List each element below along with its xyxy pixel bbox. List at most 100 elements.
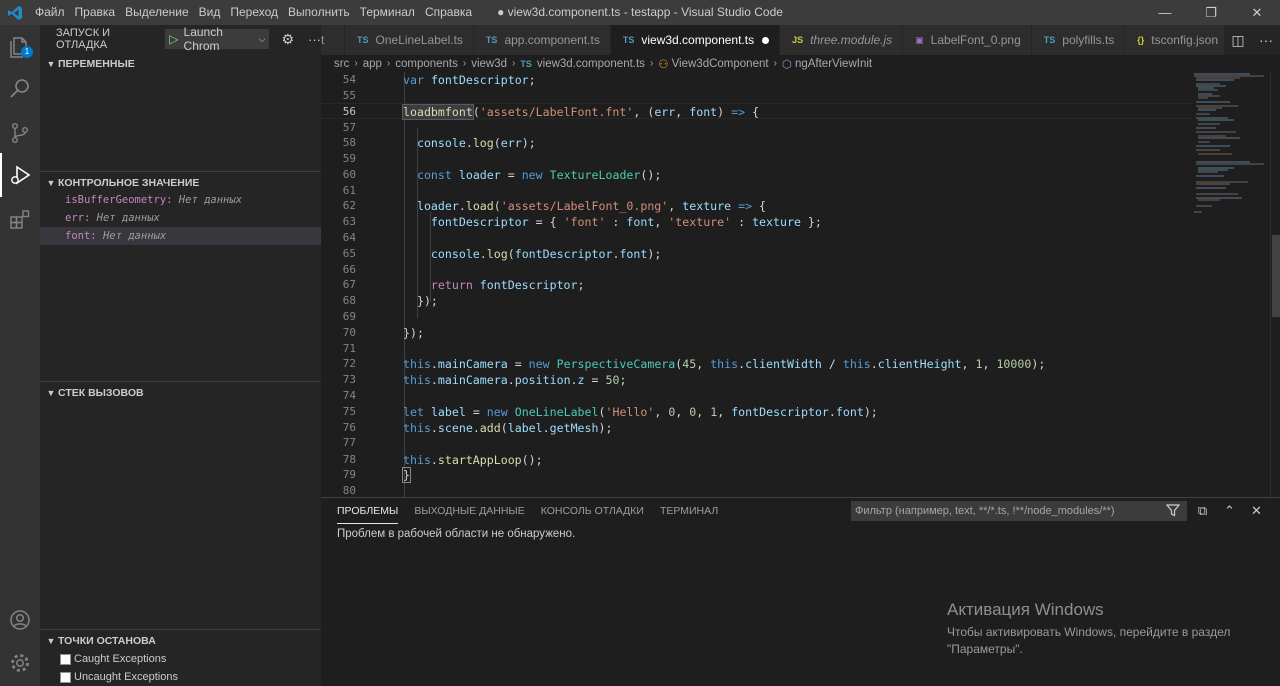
tab-three-module[interactable]: JS three.module.js <box>780 25 904 55</box>
breakpoint-uncaught-exceptions[interactable]: Uncaught Exceptions <box>40 668 178 686</box>
unsaved-dot-icon[interactable] <box>762 36 770 44</box>
search-icon[interactable] <box>0 67 40 111</box>
code-line[interactable]: 68 }); <box>321 293 1191 309</box>
code-line[interactable]: 77 <box>321 435 1191 451</box>
breadcrumb-item[interactable]: view3d <box>471 58 507 70</box>
editor-tabs: t TS OneLineLabel.ts TS app.component.ts… <box>321 25 1280 55</box>
run-debug-icon[interactable] <box>0 153 40 197</box>
explorer-icon[interactable]: 1 <box>0 25 40 69</box>
code-line[interactable]: 70}); <box>321 325 1191 341</box>
watch-item[interactable]: isBufferGeometry: Нет данных <box>40 191 321 209</box>
line-number: 68 <box>342 294 356 307</box>
watch-item[interactable]: err: Нет данных <box>40 209 321 227</box>
breadcrumb-item[interactable]: components <box>395 58 458 70</box>
code-line[interactable]: 62 loader.load('assets/LabelFont_0.png',… <box>321 198 1191 214</box>
watch-item[interactable]: font: Нет данных <box>40 227 321 245</box>
line-number: 77 <box>342 436 356 449</box>
chevron-down-icon: ▼ <box>46 635 56 646</box>
code-line[interactable]: 60 const loader = new TextureLoader(); <box>321 167 1191 183</box>
settings-gear-icon[interactable] <box>0 641 40 685</box>
code-line[interactable]: 59 <box>321 151 1191 167</box>
code-line[interactable]: 54 var fontDescriptor; <box>321 72 1191 88</box>
code-line[interactable]: 78 this.startAppLoop(); <box>321 452 1191 468</box>
checkbox[interactable] <box>60 653 71 665</box>
settings-gear-icon[interactable]: ⚙ <box>281 31 294 48</box>
code-editor[interactable]: 54 var fontDescriptor; 55 56 loadbmfont('a… <box>321 72 1280 497</box>
watch-section[interactable]: ▼ КОНТРОЛЬНОЕ ЗНАЧЕНИЕ <box>40 171 321 193</box>
code-line[interactable]: 67 return fontDescriptor; <box>321 277 1191 293</box>
image-file-icon: ▣ <box>915 34 924 45</box>
more-actions-icon[interactable]: ··· <box>1252 32 1280 48</box>
collapse-all-icon[interactable]: ⧉ <box>1189 501 1216 521</box>
source-control-icon[interactable] <box>0 111 40 155</box>
filter-icon[interactable] <box>1165 503 1181 520</box>
editor-scrollbar[interactable] <box>1270 72 1280 497</box>
code-line[interactable]: 79} <box>321 467 1191 483</box>
tab-app-component[interactable]: TS app.component.ts <box>473 25 611 55</box>
tab-labelfont-png[interactable]: ▣ LabelFont_0.png <box>903 25 1032 55</box>
code-line[interactable]: 55 <box>321 88 1191 104</box>
tab-view3d-component[interactable]: TS view3d.component.ts <box>610 25 781 55</box>
tab-output[interactable]: ВЫХОДНЫЕ ДАННЫЕ <box>414 498 524 524</box>
tab-debug-console[interactable]: КОНСОЛЬ ОТЛАДКИ <box>541 498 644 524</box>
line-number: 78 <box>342 453 356 466</box>
tab-overflow[interactable]: t <box>321 25 345 55</box>
code-line[interactable]: 73 this.mainCamera.position.z = 50; <box>321 372 1191 388</box>
code-line[interactable]: 69 <box>321 309 1191 325</box>
tab-terminal[interactable]: ТЕРМИНАЛ <box>660 498 718 524</box>
code-line[interactable]: 75 let label = new OneLineLabel('Hello', … <box>321 404 1191 420</box>
extensions-icon[interactable] <box>0 197 40 241</box>
code-line[interactable]: 64 <box>321 230 1191 246</box>
tab-polyfills[interactable]: TS polyfills.ts <box>1031 25 1126 55</box>
code-line[interactable]: 80 <box>321 483 1191 497</box>
watch-item-name: isBufferGeometry: <box>65 194 173 206</box>
breakpoints-section[interactable]: ▼ ТОЧКИ ОСТАНОВА <box>40 629 321 651</box>
tab-onelinelabel[interactable]: TS OneLineLabel.ts <box>345 25 474 55</box>
minimize-button[interactable]: — <box>1142 0 1188 25</box>
minimap[interactable] <box>1190 72 1270 232</box>
code-line[interactable]: 57 <box>321 120 1191 136</box>
breadcrumb-item[interactable]: View3dComponent <box>672 58 769 70</box>
start-debug-icon[interactable]: ▷ <box>169 32 178 46</box>
code-line[interactable]: 58 console.log(err); <box>321 135 1191 151</box>
code-line[interactable]: 63 fontDescriptor = { 'font' : font, 'te… <box>321 214 1191 230</box>
tab-label: app.component.ts <box>504 33 600 47</box>
code-line[interactable]: 61 <box>321 183 1191 199</box>
menu-terminal[interactable]: Терминал <box>355 0 420 25</box>
breadcrumb-item[interactable]: ngAfterViewInit <box>795 58 872 70</box>
scrollbar-thumb[interactable] <box>1272 235 1280 317</box>
split-editor-icon[interactable]: ◫ <box>1224 32 1252 49</box>
menu-run[interactable]: Выполнить <box>283 0 355 25</box>
code-line[interactable]: 65 console.log(fontDescriptor.font); <box>321 246 1191 262</box>
watermark-line: Чтобы активировать Windows, перейдите в … <box>947 625 1231 639</box>
menu-file[interactable]: Файл <box>30 0 70 25</box>
maximize-panel-icon[interactable]: ⌃ <box>1216 501 1243 521</box>
tab-problems[interactable]: ПРОБЛЕМЫ <box>337 498 399 524</box>
launch-config-select[interactable]: ▷ Launch Chrom ⌵ <box>165 25 270 53</box>
code-line[interactable]: 66 <box>321 262 1191 278</box>
menu-edit[interactable]: Правка <box>70 0 121 25</box>
close-panel-icon[interactable]: ✕ <box>1243 501 1270 521</box>
menu-help[interactable]: Справка <box>420 0 477 25</box>
restore-button[interactable]: ❐ <box>1188 0 1234 25</box>
code-line[interactable]: 71 <box>321 341 1191 357</box>
breakpoint-caught-exceptions[interactable]: Caught Exceptions <box>40 650 166 668</box>
code-line[interactable]: 72 this.mainCamera = new PerspectiveCamer… <box>321 356 1191 372</box>
menu-go[interactable]: Переход <box>225 0 283 25</box>
code-line[interactable]: 76 this.scene.add(label.getMesh); <box>321 420 1191 436</box>
checkbox[interactable] <box>60 671 71 683</box>
breadcrumb-item[interactable]: src <box>334 58 349 70</box>
code-line[interactable]: 56 loadbmfont('assets/LabelFont.fnt', (er… <box>321 103 1191 120</box>
menu-selection[interactable]: Выделение <box>120 0 194 25</box>
breadcrumb-item[interactable]: view3d.component.ts <box>537 58 645 70</box>
variables-section[interactable]: ▼ ПЕРЕМЕННЫЕ <box>40 53 321 75</box>
account-icon[interactable] <box>0 598 40 642</box>
code-line[interactable]: 74 <box>321 388 1191 404</box>
tab-tsconfig[interactable]: {} tsconfig.json <box>1125 25 1229 55</box>
close-button[interactable]: ✕ <box>1234 0 1280 25</box>
problems-filter-input[interactable]: Фильтр (например, text, **/*.ts, !**/nod… <box>851 501 1187 521</box>
breadcrumb-item[interactable]: app <box>363 58 382 70</box>
callstack-section[interactable]: ▼ СТЕК ВЫЗОВОВ <box>40 381 321 403</box>
more-actions-icon[interactable]: ··· <box>308 32 321 47</box>
menu-view[interactable]: Вид <box>194 0 226 25</box>
